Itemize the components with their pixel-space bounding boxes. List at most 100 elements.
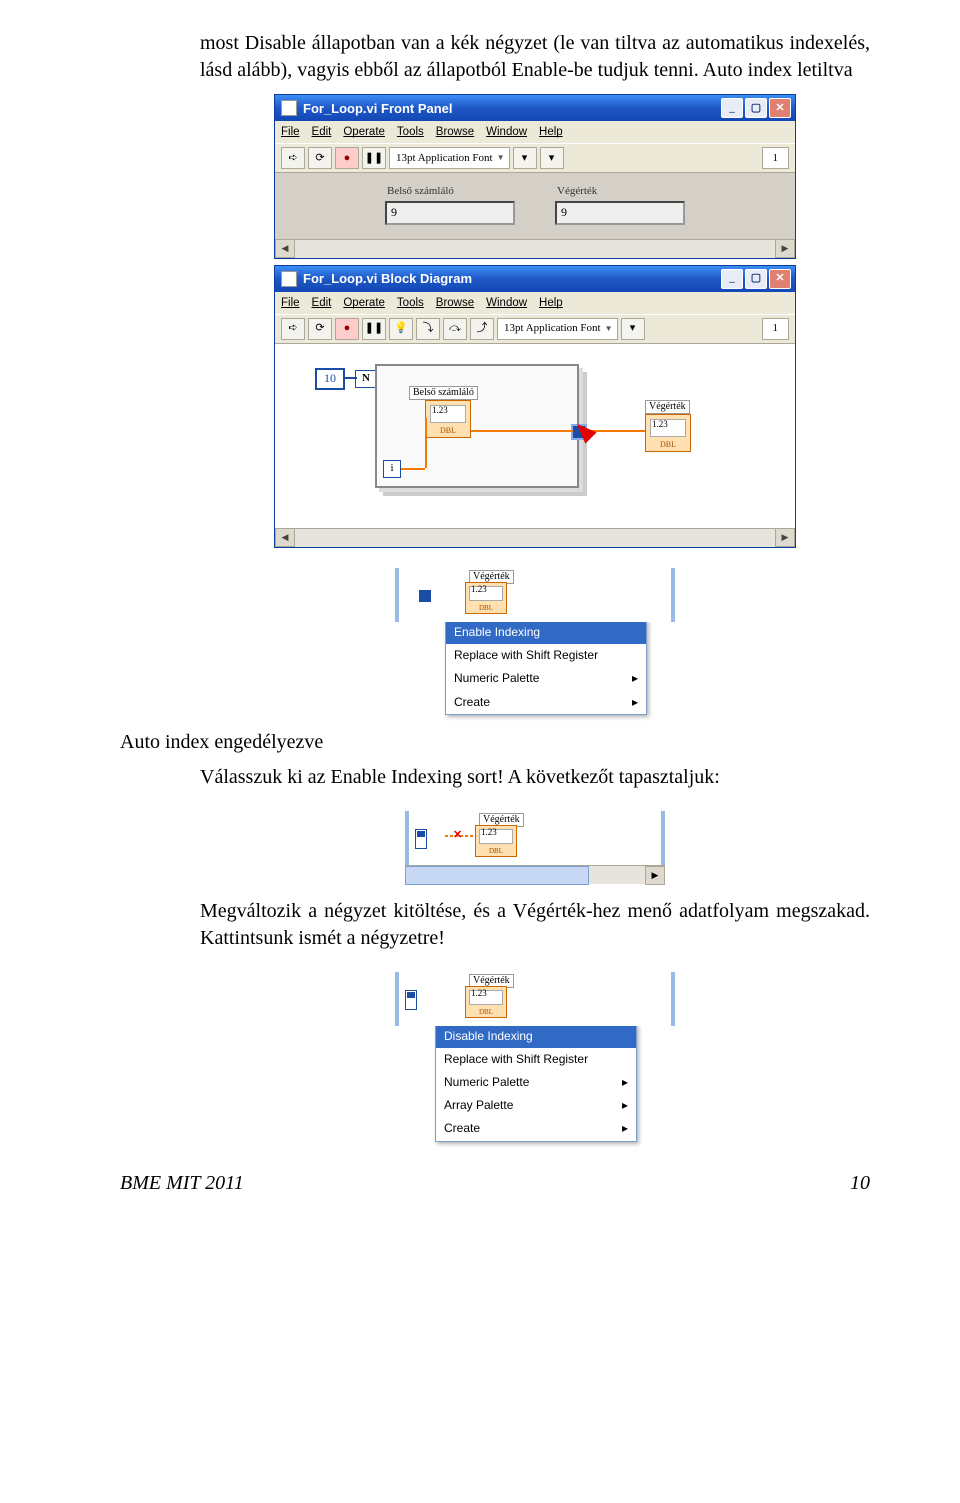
menu-item-numeric-palette[interactable]: Numeric Palette (436, 1071, 636, 1094)
pause-button[interactable]: ❚❚ (362, 147, 386, 169)
horizontal-scrollbar[interactable]: ▶ (405, 865, 665, 884)
menu-item-array-palette[interactable]: Array Palette (436, 1094, 636, 1117)
menu-file[interactable]: File (281, 123, 300, 141)
diagram-snippet: ✕ Végérték 1.23 (405, 811, 665, 865)
horizontal-scrollbar[interactable]: ◀ ▶ (275, 528, 795, 547)
terminal-value: 1.23 (471, 585, 487, 594)
i-terminal[interactable]: i (383, 460, 401, 478)
step-over-button[interactable]: ⤼ (443, 318, 467, 340)
paragraph-change: Megváltozik a négyzet kitöltése, és a Vé… (200, 898, 870, 952)
font-selector[interactable]: 13pt Application Font (497, 318, 618, 340)
wire (425, 418, 427, 468)
belso-szamlalo-indicator: Belső számláló 9 (385, 185, 515, 224)
context-menu[interactable]: Disable Indexing Replace with Shift Regi… (435, 1024, 637, 1142)
loop-tunnel-indexed[interactable] (405, 990, 417, 1010)
vi-icon[interactable]: 1 (762, 147, 790, 169)
titlebar[interactable]: For_Loop.vi Block Diagram _ ▢ ✕ (275, 266, 795, 292)
field-label: Belső számláló (385, 185, 515, 200)
abort-button[interactable]: ● (335, 318, 359, 340)
context-menu-example-2: Végérték 1.23 Disable Indexing Replace w… (395, 972, 675, 1142)
window-title: For_Loop.vi Block Diagram (303, 272, 472, 285)
menu-item-disable-indexing[interactable]: Disable Indexing (436, 1025, 636, 1048)
minimize-button[interactable]: _ (721, 269, 743, 289)
menu-item-create[interactable]: Create (446, 691, 646, 714)
maximize-button[interactable]: ▢ (745, 269, 767, 289)
toolbar: ➪ ⟳ ● ❚❚ 13pt Application Font ▾ ▾ 1 (275, 144, 795, 173)
field-value: 9 (385, 201, 515, 225)
run-button[interactable]: ➪ (281, 318, 305, 340)
run-cont-button[interactable]: ⟳ (308, 318, 332, 340)
menu-window[interactable]: Window (486, 294, 527, 312)
vi-icon[interactable]: 1 (762, 318, 790, 340)
paragraph-intro: most Disable állapotban van a kék négyze… (200, 30, 870, 84)
menu-window[interactable]: Window (486, 123, 527, 141)
menu-item-replace-shift-register[interactable]: Replace with Shift Register (446, 644, 646, 667)
scroll-right-icon[interactable]: ▶ (645, 866, 665, 885)
menu-file[interactable]: File (281, 294, 300, 312)
menu-item-create[interactable]: Create (436, 1117, 636, 1140)
n-terminal[interactable]: N (355, 370, 377, 388)
field-label: Végérték (555, 185, 685, 200)
scroll-right-icon[interactable]: ▶ (775, 239, 795, 258)
belso-szamlalo-terminal[interactable]: 1.23 (425, 400, 471, 438)
abort-button[interactable]: ● (335, 147, 359, 169)
distribute-button[interactable]: ▾ (540, 147, 564, 169)
menu-help[interactable]: Help (539, 294, 563, 312)
loop-tunnel-indexed[interactable] (415, 829, 427, 849)
menu-edit[interactable]: Edit (312, 294, 332, 312)
menu-tools[interactable]: Tools (397, 294, 424, 312)
context-menu-example-1: Végérték 1.23 Enable Indexing Replace wi… (395, 568, 675, 715)
align-button[interactable]: ▾ (621, 318, 645, 340)
front-panel-canvas[interactable]: Belső számláló 9 Végérték 9 (275, 173, 795, 238)
context-menu[interactable]: Enable Indexing Replace with Shift Regis… (445, 620, 647, 715)
field-value: 9 (555, 201, 685, 225)
menu-operate[interactable]: Operate (343, 123, 385, 141)
scroll-left-icon[interactable]: ◀ (275, 239, 295, 258)
pause-button[interactable]: ❚❚ (362, 318, 386, 340)
indicator-label: Belső számláló (409, 386, 478, 400)
font-selector[interactable]: 13pt Application Font (389, 147, 510, 169)
block-diagram-canvas[interactable]: 10 N Belső számláló 1.23 Végérték 1.23 i (275, 344, 795, 528)
highlight-button[interactable]: 💡 (389, 318, 413, 340)
front-panel-window: For_Loop.vi Front Panel _ ▢ ✕ File Edit … (274, 94, 796, 259)
close-button[interactable]: ✕ (769, 98, 791, 118)
diagram-snippet: Végérték 1.23 (395, 568, 675, 622)
titlebar[interactable]: For_Loop.vi Front Panel _ ▢ ✕ (275, 95, 795, 121)
loop-tunnel[interactable] (419, 590, 431, 602)
step-into-button[interactable]: ⤵ (416, 318, 440, 340)
align-button[interactable]: ▾ (513, 147, 537, 169)
scroll-left-icon[interactable]: ◀ (275, 528, 295, 547)
menu-browse[interactable]: Browse (436, 294, 474, 312)
maximize-button[interactable]: ▢ (745, 98, 767, 118)
step-out-button[interactable]: ⤴ (470, 318, 494, 340)
scroll-right-icon[interactable]: ▶ (775, 528, 795, 547)
terminal-value: 1.23 (481, 828, 497, 837)
run-cont-button[interactable]: ⟳ (308, 147, 332, 169)
vegertek-indicator: Végérték 9 (555, 185, 685, 224)
menu-tools[interactable]: Tools (397, 123, 424, 141)
terminal-value: 1.23 (471, 989, 487, 998)
scrollbar-thumb[interactable] (405, 866, 589, 885)
vegertek-terminal[interactable]: 1.23 (645, 414, 691, 452)
close-button[interactable]: ✕ (769, 269, 791, 289)
window-title: For_Loop.vi Front Panel (303, 102, 453, 115)
minimize-button[interactable]: _ (721, 98, 743, 118)
menu-operate[interactable]: Operate (343, 294, 385, 312)
wire (401, 468, 425, 470)
labview-icon (281, 271, 297, 287)
menu-item-numeric-palette[interactable]: Numeric Palette (446, 667, 646, 690)
run-button[interactable]: ➪ (281, 147, 305, 169)
menu-browse[interactable]: Browse (436, 123, 474, 141)
menu-edit[interactable]: Edit (312, 123, 332, 141)
menu-bar[interactable]: File Edit Operate Tools Browse Window He… (275, 292, 795, 315)
loop-count-constant[interactable]: 10 (315, 368, 345, 390)
footer-left: BME MIT 2011 (120, 1172, 244, 1195)
indicator-label: Végérték (645, 400, 690, 414)
menu-item-enable-indexing[interactable]: Enable Indexing (446, 621, 646, 644)
broken-wire: ✕ (445, 835, 473, 837)
menu-help[interactable]: Help (539, 123, 563, 141)
menu-item-replace-shift-register[interactable]: Replace with Shift Register (436, 1048, 636, 1071)
menu-bar[interactable]: File Edit Operate Tools Browse Window He… (275, 121, 795, 144)
heading-auto-index-enabled: Auto index engedélyezve (120, 729, 870, 756)
horizontal-scrollbar[interactable]: ◀ ▶ (275, 239, 795, 258)
